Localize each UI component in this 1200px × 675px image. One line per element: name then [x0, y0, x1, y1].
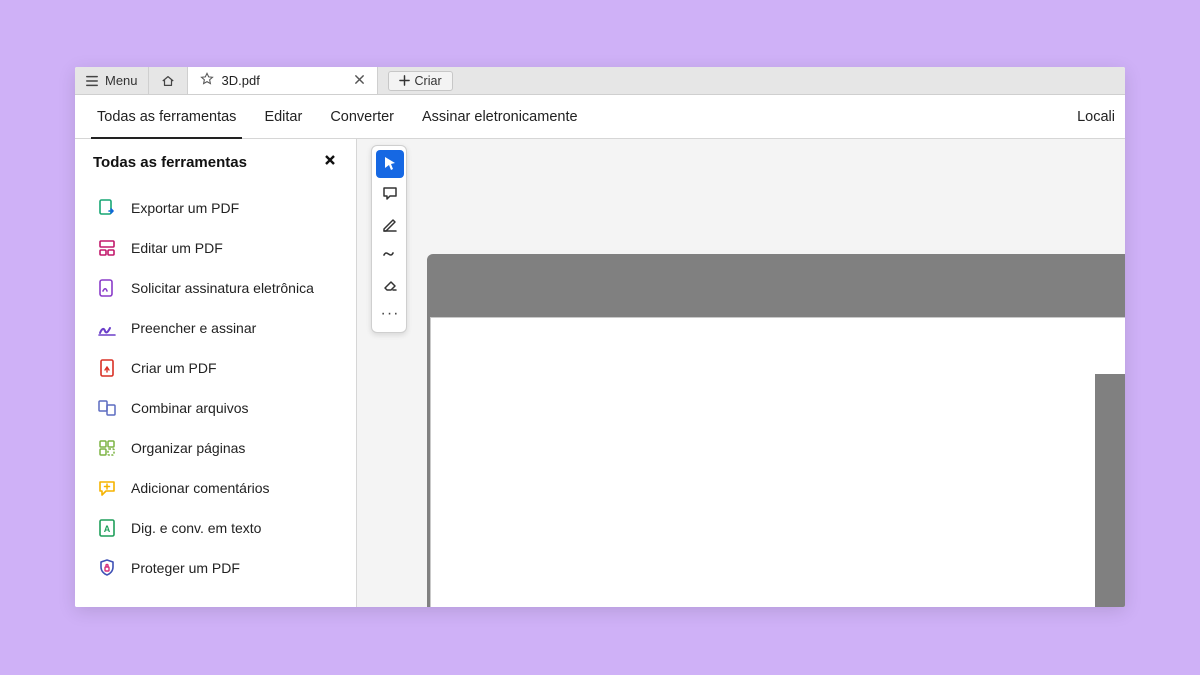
cursor-icon [381, 155, 399, 173]
close-icon [354, 74, 365, 85]
organize-pages-icon [97, 438, 117, 458]
tool-request-signature[interactable]: Solicitar assinatura eletrônica [93, 269, 352, 307]
home-button[interactable] [149, 67, 188, 94]
create-label: Criar [415, 74, 442, 88]
create-button[interactable]: Criar [388, 71, 453, 91]
hamburger-icon [85, 74, 99, 88]
document-page [427, 254, 1125, 607]
tool-label: Combinar arquivos [131, 400, 249, 416]
document-media-block [1095, 374, 1125, 607]
request-signature-icon [97, 278, 117, 298]
titlebar: Menu 3D.pdf Criar [75, 67, 1125, 95]
nav-convert[interactable]: Converter [316, 95, 408, 138]
tool-combine-files[interactable]: Combinar arquivos [93, 389, 352, 427]
tool-label: Proteger um PDF [131, 560, 240, 576]
nav-edit[interactable]: Editar [250, 95, 316, 138]
tool-label: Dig. e conv. em texto [131, 520, 261, 536]
menu-button[interactable]: Menu [75, 67, 149, 94]
tool-add-comments[interactable]: Adicionar comentários [93, 469, 352, 507]
close-icon [324, 154, 336, 166]
tool-list: Exportar um PDF Editar um PDF Solicitar … [93, 189, 352, 587]
sidebar-header: Todas as ferramentas [93, 153, 352, 171]
tool-label: Exportar um PDF [131, 200, 239, 216]
document-content [430, 317, 1125, 607]
document-tab[interactable]: 3D.pdf [188, 67, 378, 94]
app-window: Menu 3D.pdf Criar Todas as ferramentas E… [75, 67, 1125, 607]
ocr-icon: A [97, 518, 117, 538]
eraser-icon [381, 275, 399, 293]
comment-icon [381, 185, 399, 203]
tool-label: Criar um PDF [131, 360, 217, 376]
export-pdf-icon [97, 198, 117, 218]
draw-tool[interactable] [376, 240, 404, 268]
tool-export-pdf[interactable]: Exportar um PDF [93, 189, 352, 227]
tool-fill-sign[interactable]: Preencher e assinar [93, 309, 352, 347]
protect-pdf-icon [97, 558, 117, 578]
navbar: Todas as ferramentas Editar Converter As… [75, 95, 1125, 139]
more-icon: ··· [381, 306, 400, 322]
pencil-icon [381, 215, 399, 233]
create-button-wrap: Criar [378, 67, 463, 94]
combine-files-icon [97, 398, 117, 418]
highlight-tool[interactable] [376, 210, 404, 238]
nav-right-label[interactable]: Locali [1063, 95, 1115, 138]
main-area: Todas as ferramentas Exportar um PDF E [75, 139, 1125, 607]
add-comments-icon [97, 478, 117, 498]
tool-organize-pages[interactable]: Organizar páginas [93, 429, 352, 467]
tab-close-button[interactable] [354, 73, 365, 88]
create-pdf-icon [97, 358, 117, 378]
floating-toolbar: ··· [371, 145, 407, 333]
menu-label: Menu [105, 73, 138, 88]
tool-create-pdf[interactable]: Criar um PDF [93, 349, 352, 387]
selection-tool[interactable] [376, 150, 404, 178]
fill-sign-icon [97, 318, 117, 338]
sidebar-close-button[interactable] [324, 153, 336, 171]
edit-pdf-icon [97, 238, 117, 258]
nav-all-tools[interactable]: Todas as ferramentas [83, 95, 250, 138]
comment-tool[interactable] [376, 180, 404, 208]
tool-label: Adicionar comentários [131, 480, 270, 496]
svg-text:A: A [104, 524, 111, 534]
tool-label: Organizar páginas [131, 440, 245, 456]
tool-label: Solicitar assinatura eletrônica [131, 280, 314, 296]
tool-ocr[interactable]: A Dig. e conv. em texto [93, 509, 352, 547]
star-icon[interactable] [200, 72, 214, 89]
nav-esign[interactable]: Assinar eletronicamente [408, 95, 592, 138]
document-canvas[interactable]: ··· [357, 139, 1125, 607]
tool-protect-pdf[interactable]: Proteger um PDF [93, 549, 352, 587]
freehand-icon [381, 245, 399, 263]
plus-icon [399, 75, 410, 86]
more-tools[interactable]: ··· [376, 300, 404, 328]
tools-sidebar: Todas as ferramentas Exportar um PDF E [75, 139, 357, 607]
tool-label: Editar um PDF [131, 240, 223, 256]
erase-tool[interactable] [376, 270, 404, 298]
sidebar-title: Todas as ferramentas [93, 154, 247, 171]
tool-edit-pdf[interactable]: Editar um PDF [93, 229, 352, 267]
tool-label: Preencher e assinar [131, 320, 256, 336]
home-icon [161, 74, 175, 88]
tab-title: 3D.pdf [222, 73, 260, 88]
